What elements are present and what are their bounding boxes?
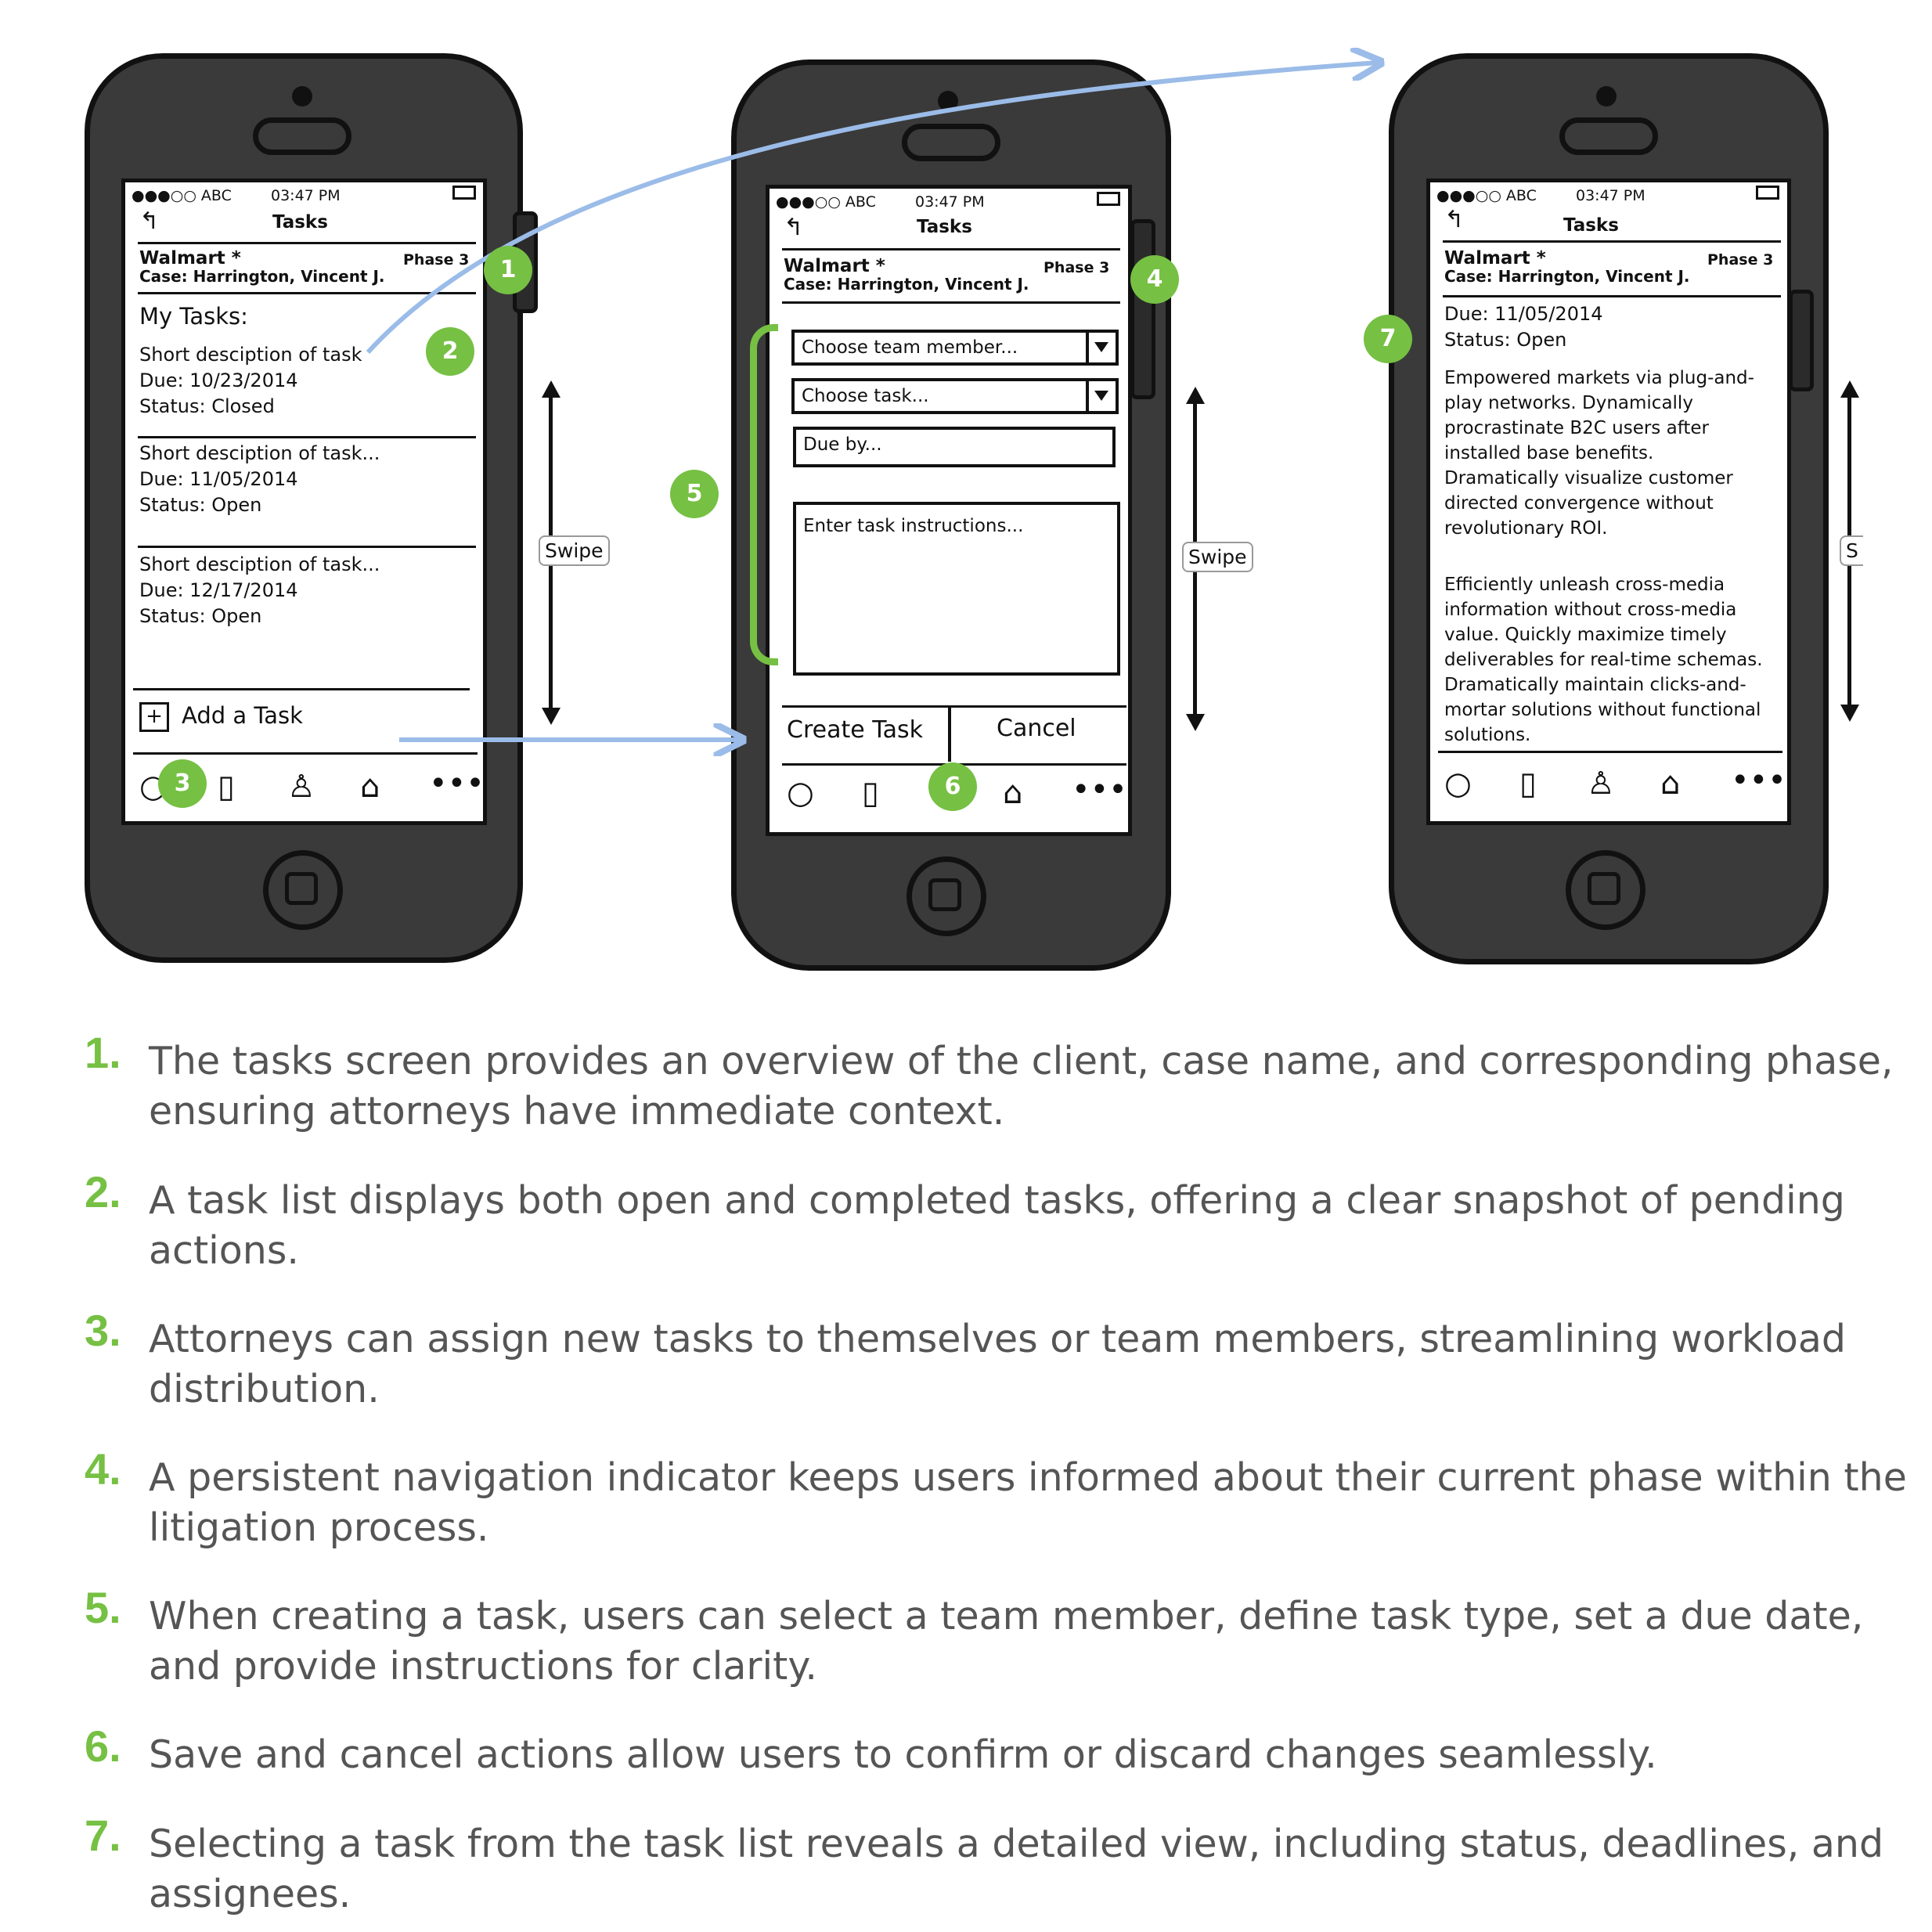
callout-badge-2: 2 — [426, 327, 474, 376]
note-text: Save and cancel actions allow users to c… — [149, 1732, 1657, 1777]
note-number: 7. — [85, 1811, 121, 1860]
note-text: The tasks screen provides an overview of… — [149, 1039, 1894, 1134]
note-number: 3. — [85, 1306, 121, 1355]
callout-badge-6: 6 — [928, 762, 977, 811]
note-number: 5. — [85, 1583, 121, 1632]
note-text: Attorneys can assign new tasks to themse… — [149, 1317, 1846, 1411]
note-text: When creating a task, users can select a… — [149, 1594, 1864, 1689]
note-number: 2. — [85, 1167, 121, 1217]
flow-arrows — [366, 0, 1932, 1018]
callout-badge-1: 1 — [484, 246, 532, 294]
note-number: 4. — [85, 1444, 121, 1494]
note-text: A task list displays both open and compl… — [149, 1178, 1845, 1273]
callout-badge-3: 3 — [158, 759, 207, 808]
callout-badge-7: 7 — [1364, 315, 1412, 363]
callout-badge-4: 4 — [1130, 255, 1179, 304]
callout-badge-5: 5 — [670, 470, 719, 518]
note-text: A persistent navigation indicator keeps … — [149, 1455, 1907, 1550]
note-number: 1. — [85, 1028, 121, 1077]
flow-arrow-to-detail — [366, 63, 1378, 355]
note-number: 6. — [85, 1721, 121, 1771]
note-text: Selecting a task from the task list reve… — [149, 1822, 1884, 1916]
